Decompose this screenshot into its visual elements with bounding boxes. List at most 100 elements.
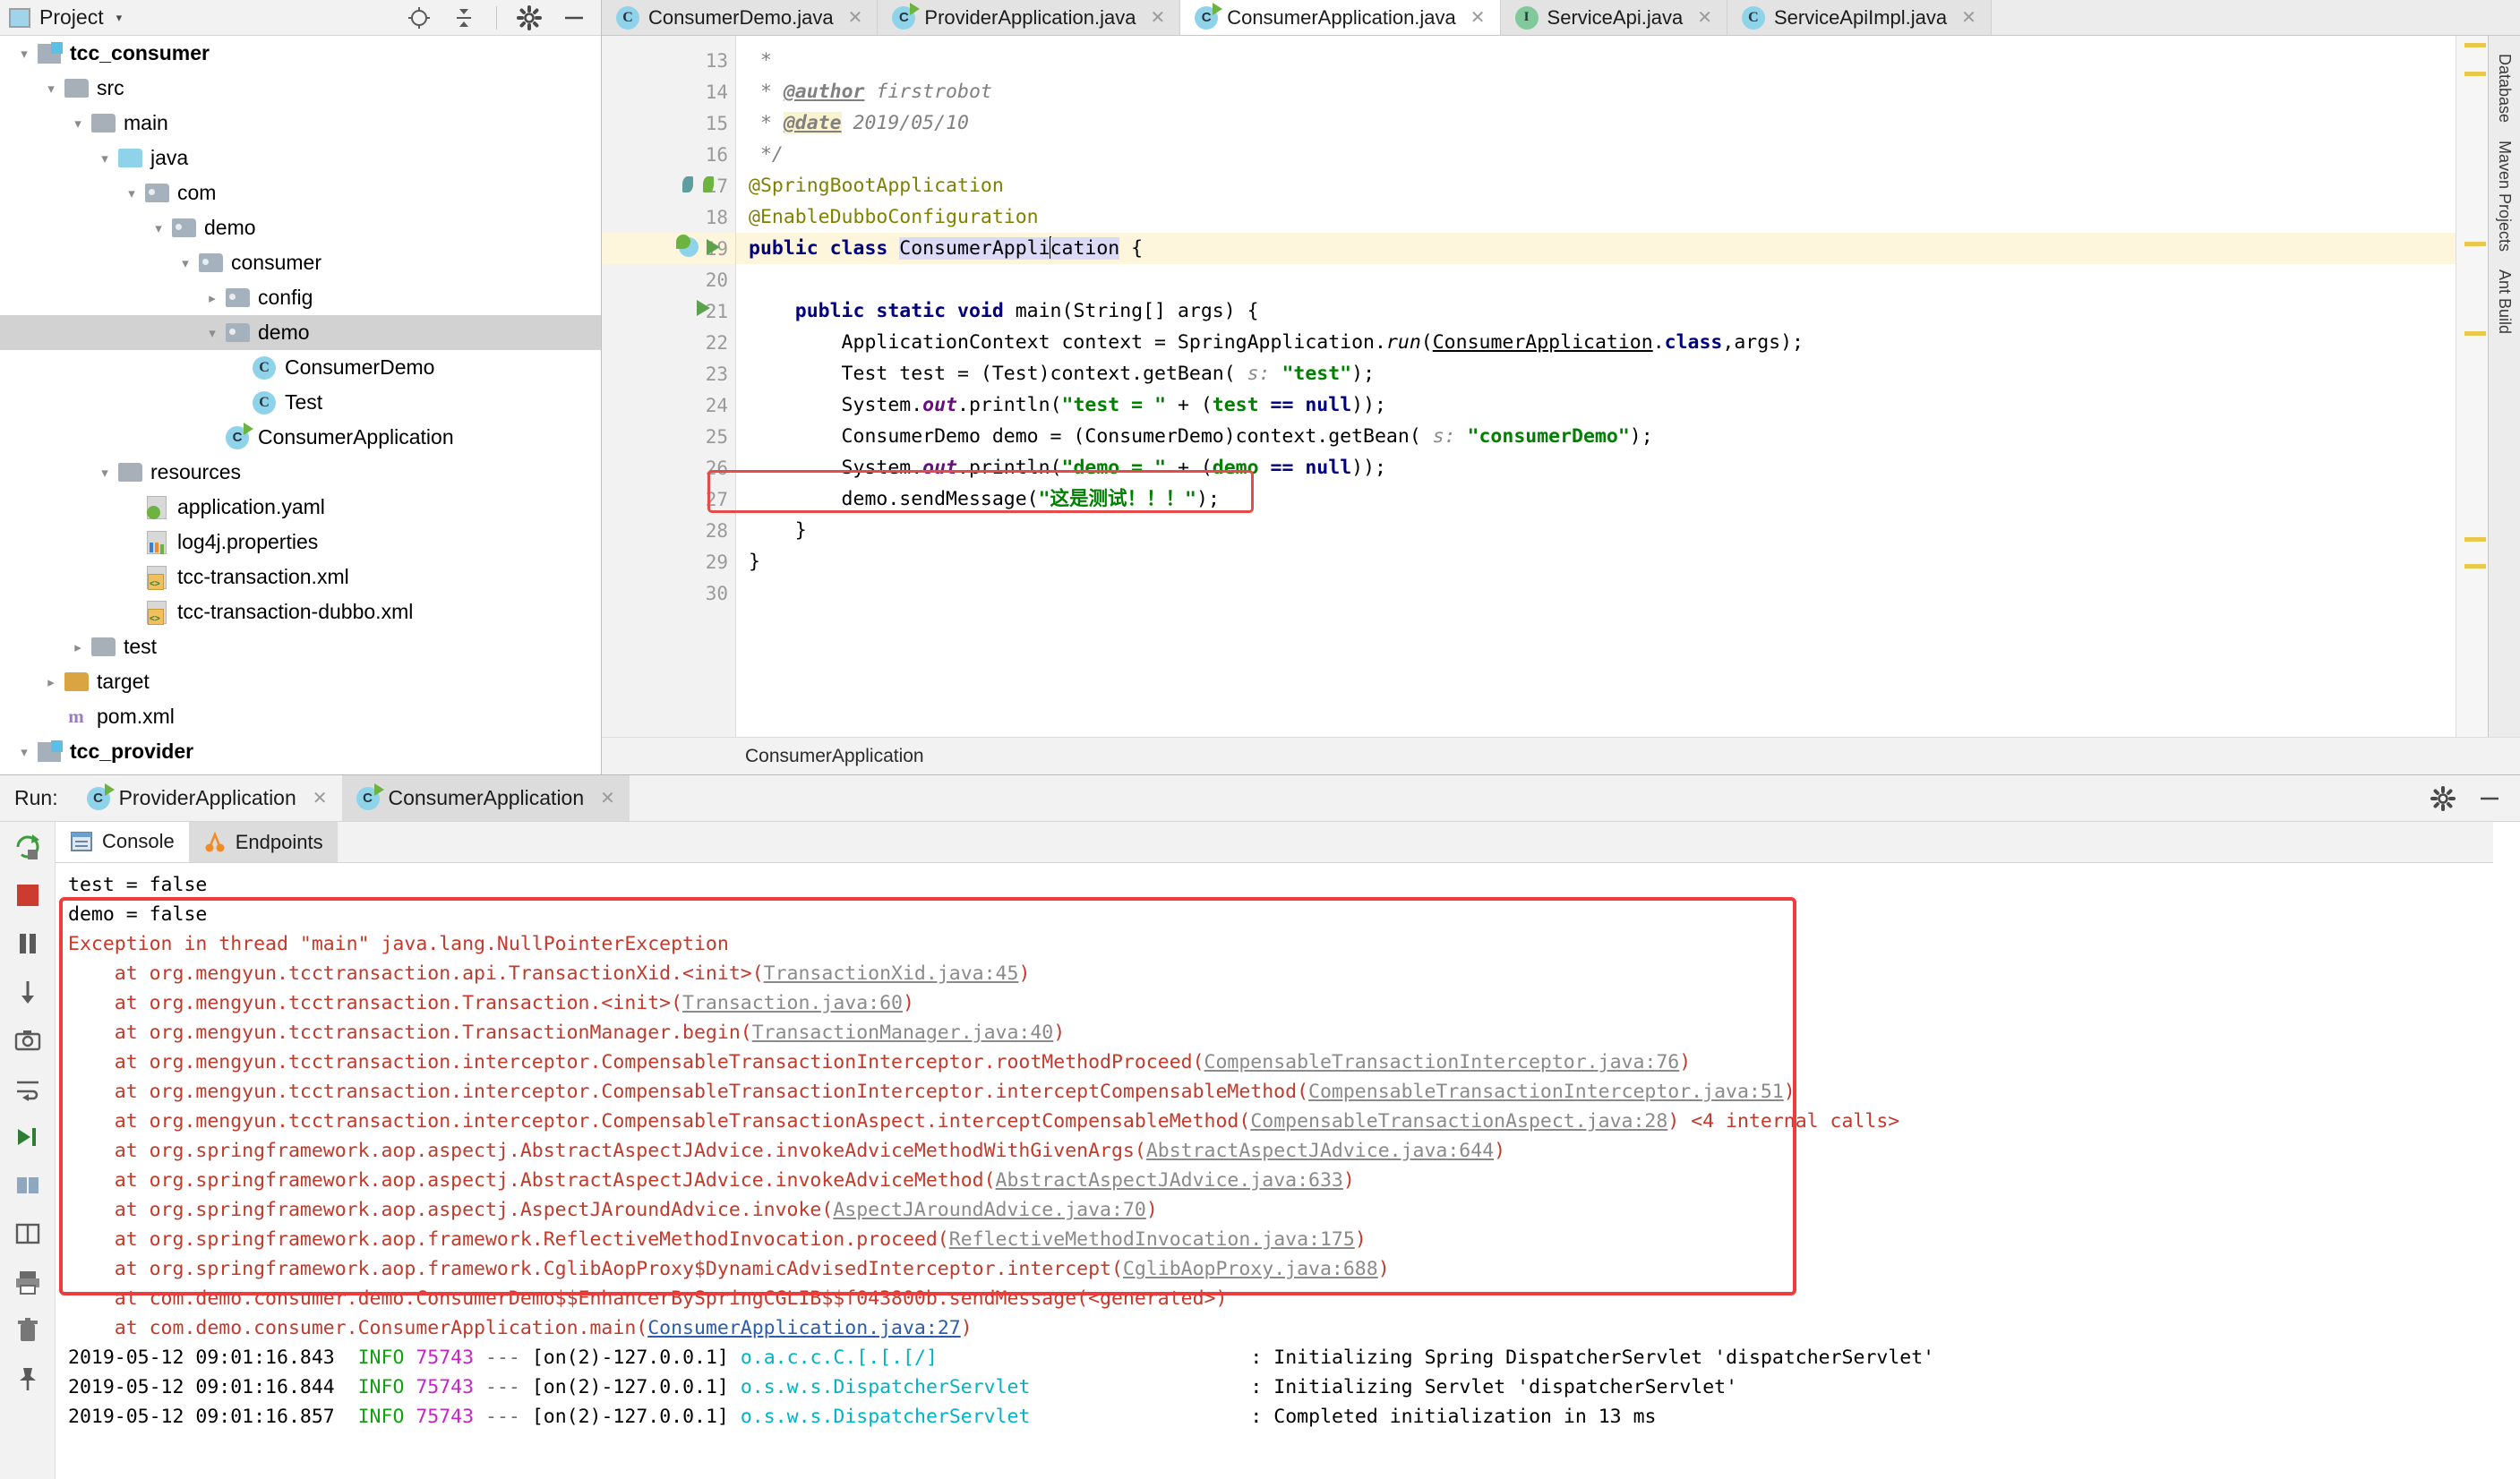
code-line-13[interactable]: * [736,45,2456,76]
editor-tab-providerapplication[interactable]: C ProviderApplication.java ✕ [878,0,1181,35]
console-tab-endpoints[interactable]: Endpoints [188,822,338,862]
code-line-20[interactable] [736,264,2456,295]
tree-item-resources[interactable]: ▾ resources [0,455,601,490]
gutter-line-17[interactable]: 17 [602,170,735,201]
tree-twisty-icon[interactable]: ▾ [201,325,224,341]
gutter-line-27[interactable]: 27 [602,483,735,515]
gutter-line-13[interactable]: 13 [602,45,735,76]
minimize-icon[interactable] [561,5,587,30]
camera-icon[interactable] [12,1024,44,1056]
close-icon[interactable]: ✕ [848,6,863,29]
tree-twisty-icon[interactable]: ▾ [13,744,36,760]
code-line-14[interactable]: * @author firstrobot [736,76,2456,107]
tree-item-src[interactable]: ▾ src [0,71,601,106]
code-line-15[interactable]: * @date 2019/05/10 [736,107,2456,139]
code-line-26[interactable]: System.out.println("demo = " + (demo == … [736,452,2456,483]
code-line-18[interactable]: @EnableDubboConfiguration [736,201,2456,233]
code-line-22[interactable]: ApplicationContext context = SpringAppli… [736,327,2456,358]
gutter-line-16[interactable]: 16 [602,139,735,170]
pin-icon[interactable] [12,1363,44,1395]
editor-tab-consumerdemo[interactable]: C ConsumerDemo.java ✕ [602,0,879,35]
gutter-line-24[interactable]: 24 [602,389,735,421]
gutter-line-18[interactable]: 18 [602,201,735,233]
tree-item-application-yaml[interactable]: application.yaml [0,490,601,525]
gutter-line-26[interactable]: 26 [602,452,735,483]
project-tree[interactable]: ▾ tcc_consumer ▾ src ▾ main ▾ java ▾ com ▾ demo ▾ con… [0,36,601,774]
collapse-all-icon[interactable] [451,5,476,30]
layout-icon[interactable] [12,1218,44,1250]
editor-main[interactable]: 13 14 15 16 17 18 19 20 21 22 23 24 25 26 27 28 29 30 * *… [602,36,2456,737]
tree-item-demo[interactable]: ▾ demo [0,210,601,245]
tool-window-ant[interactable]: Ant Build [2495,261,2514,343]
close-icon[interactable]: ✕ [600,787,615,809]
tree-item-consumer[interactable]: ▾ consumer [0,245,601,280]
stacktrace-link[interactable]: CompensableTransactionAspect.java:28 [1250,1110,1667,1133]
tree-twisty-icon[interactable]: ▸ [201,290,224,306]
run-gutter-icon[interactable] [697,300,710,316]
gear-icon[interactable] [517,4,542,30]
tool-window-maven[interactable]: Maven Projects [2495,132,2514,261]
editor-gutter[interactable]: 13 14 15 16 17 18 19 20 21 22 23 24 25 26 27 28 29 30 [602,36,736,737]
console-tab-console[interactable]: Console [56,822,189,862]
print-preview-icon[interactable] [12,1169,44,1201]
spring-bean-icon[interactable] [676,235,699,257]
tree-item-test[interactable]: ▸ test [0,629,601,664]
tool-window-database[interactable]: Database [2495,45,2514,132]
code-line-21[interactable]: public static void main(String[] args) { [736,295,2456,327]
tree-twisty-icon[interactable]: ▾ [93,150,116,167]
gear-icon[interactable] [2430,785,2456,811]
tree-item-pom-xml[interactable]: m pom.xml [0,699,601,734]
close-icon[interactable]: ✕ [1697,6,1712,29]
gutter-line-15[interactable]: 15 [602,107,735,139]
tree-item-consumerapplication[interactable]: C ConsumerApplication [0,420,601,455]
gutter-line-22[interactable]: 22 [602,327,735,358]
tree-item-tcc-provider[interactable]: ▾ tcc_provider [0,734,601,769]
spring-bean-icon[interactable] [699,175,717,194]
tree-item-demo[interactable]: ▾ demo [0,315,601,350]
scroll-down-icon[interactable] [12,976,44,1008]
stacktrace-link[interactable]: AspectJAroundAdvice.java:70 [833,1199,1146,1221]
pause-icon[interactable] [12,928,44,960]
inspection-icon[interactable] [679,175,697,194]
editor-tab-consumerapplication[interactable]: C ConsumerApplication.java ✕ [1180,0,1501,35]
code-line-24[interactable]: System.out.println("test = " + (test == … [736,389,2456,421]
tree-twisty-icon[interactable]: ▾ [174,255,197,271]
close-icon[interactable]: ✕ [1150,6,1165,29]
tree-item-consumerdemo[interactable]: C ConsumerDemo [0,350,601,385]
scroll-to-end-icon[interactable] [12,1121,44,1153]
minimize-icon[interactable] [2477,786,2502,811]
editor-marker-bar[interactable] [2456,36,2488,737]
run-tab-consumerapplication[interactable]: C ConsumerApplication ✕ [341,775,630,821]
tree-twisty-icon[interactable]: ▸ [39,674,63,690]
gutter-line-21[interactable]: 21 [602,295,735,327]
stacktrace-link[interactable]: CompensableTransactionInterceptor.java:7… [1204,1051,1680,1073]
chevron-down-icon[interactable]: ▾ [116,11,123,25]
editor-tab-serviceapi[interactable]: I ServiceApi.java ✕ [1500,0,1727,35]
code-line-30[interactable] [736,577,2456,609]
locate-icon[interactable] [407,5,432,30]
tree-item-target[interactable]: ▸ target [0,664,601,699]
close-icon[interactable]: ✕ [313,787,328,809]
stop-icon[interactable] [12,879,44,911]
code-line-27[interactable]: demo.sendMessage("这是测试！！！"); [736,483,2456,515]
code-line-16[interactable]: */ [736,139,2456,170]
tree-item-config[interactable]: ▸ config [0,280,601,315]
trash-icon[interactable] [12,1314,44,1346]
console-output[interactable]: test = false demo = false Exception in thr… [56,863,2493,1479]
tree-twisty-icon[interactable]: ▾ [93,465,116,481]
gutter-line-14[interactable]: 14 [602,76,735,107]
code-line-28[interactable]: } [736,515,2456,546]
tree-item-tcc-transaction-xml[interactable]: tcc-transaction.xml [0,560,601,594]
run-tab-providerapplication[interactable]: C ProviderApplication ✕ [72,775,342,821]
stacktrace-link[interactable]: CompensableTransactionInterceptor.java:5… [1308,1081,1784,1103]
tree-item-test[interactable]: C Test [0,385,601,420]
code-line-23[interactable]: Test test = (Test)context.getBean( s: "t… [736,358,2456,389]
close-icon[interactable]: ✕ [1470,6,1486,29]
tree-item-log4j-properties[interactable]: log4j.properties [0,525,601,560]
stacktrace-link[interactable]: TransactionXid.java:45 [764,962,1019,985]
code-line-19[interactable]: public class ConsumerApplication { [736,233,2456,264]
run-gutter-icon[interactable] [707,239,720,255]
console-scrollbar[interactable] [2493,822,2520,1479]
soft-wrap-icon[interactable] [12,1073,44,1105]
stacktrace-link[interactable]: AbstractAspectJAdvice.java:633 [996,1169,1343,1192]
